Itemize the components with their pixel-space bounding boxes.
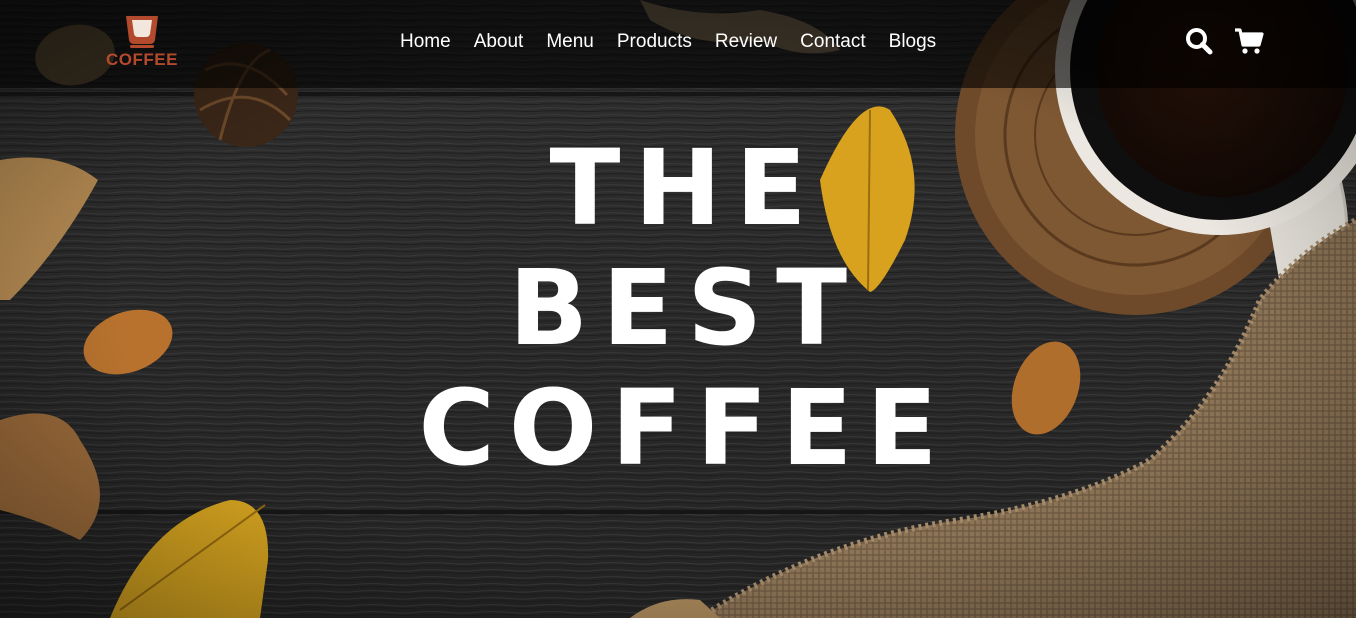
nav-link-products[interactable]: Products [617, 31, 692, 53]
logo[interactable]: COFFEE [104, 14, 180, 72]
nav-icons [1184, 26, 1264, 56]
coffee-cup-icon [126, 16, 158, 48]
main-navigation: Home About Menu Products Review Contact … [400, 28, 936, 56]
hero-line-3: COFFEE [418, 367, 952, 489]
navbar: COFFEE Home About Menu Products Review C… [0, 0, 1356, 88]
cart-icon[interactable] [1234, 26, 1264, 56]
nav-link-home[interactable]: Home [400, 31, 451, 53]
hero-heading: THE BEST COFFEE [0, 128, 1356, 488]
hero-line-1: THE [549, 127, 821, 249]
page: COFFEE Home About Menu Products Review C… [0, 0, 1356, 618]
search-icon[interactable] [1184, 26, 1214, 56]
nav-link-blogs[interactable]: Blogs [889, 31, 937, 53]
nav-link-about[interactable]: About [474, 31, 524, 53]
nav-link-menu[interactable]: Menu [546, 31, 594, 53]
nav-link-review[interactable]: Review [715, 31, 777, 53]
logo-text: COFFEE [106, 50, 178, 69]
hero-line-2: BEST [508, 247, 862, 369]
nav-link-contact[interactable]: Contact [800, 31, 865, 53]
